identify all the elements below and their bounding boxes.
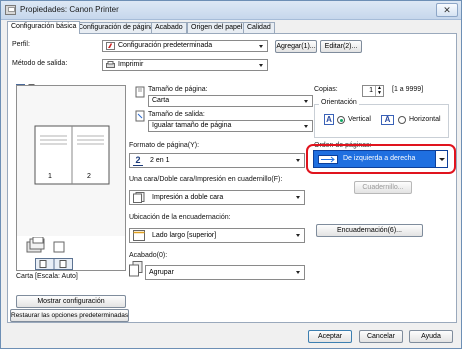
page-preview: 1 2 [16,85,126,271]
help-button[interactable]: Ayuda [409,330,453,343]
chevron-down-icon [293,191,304,204]
tab-finishing[interactable]: Acabado [151,22,187,33]
duplex-value: Impresión a doble cara [152,194,224,201]
page-size-icon [135,86,145,98]
page-layout-label: Formato de página(Y): [129,142,200,149]
finishing-select[interactable]: Agrupar [145,265,305,280]
orientation-label: Orientación [319,99,359,106]
output-method-value: Imprimir [118,61,144,68]
duplex-select[interactable]: Impresión a doble cara [129,190,305,205]
tab-paper-source[interactable]: Origen del papel [187,22,247,33]
copies-value: 1 [369,87,373,94]
preview-page-1: 1 [48,173,52,180]
left-to-right-arrow-icon [318,155,338,164]
orientation-vertical-radio[interactable] [337,116,345,124]
binding-edge-icon [133,230,145,241]
chevron-down-icon [435,151,447,167]
chevron-down-icon [256,41,267,51]
ok-button[interactable]: Aceptar [308,330,352,343]
preview-page-2: 2 [87,173,91,180]
booklet-button[interactable]: Cuadernillo... [354,181,412,194]
finishing-stack-icon [25,236,49,255]
window-title: Propiedades: Canon Printer [20,5,119,14]
printer-app-icon [5,5,16,15]
chevron-down-icon [301,96,312,106]
chevron-down-icon [301,121,312,131]
binding-location-label: Ubicación de la encuadernación: [129,214,231,221]
copies-spin-icon[interactable]: ▲ ▼ [375,86,383,96]
tab-quality[interactable]: Calidad [243,22,275,33]
output-size-label: Tamaño de salida: [148,111,205,118]
output-size-select[interactable]: Igualar tamaño de página [148,120,313,132]
page-order-select[interactable]: De izquierda a derecha [313,150,448,168]
output-method-select[interactable]: Imprimir [102,59,268,71]
finishing-label: Acabado(0): [129,252,168,259]
binding-button[interactable]: Encuadernación(6)... [316,224,423,237]
orientation-vertical-label: Vertical [348,116,371,123]
binding-location-value: Lado largo [superior] [152,232,217,239]
output-size-value: Igualar tamaño de página [152,122,232,129]
page-size-label: Tamaño de página: [148,86,208,93]
landscape-icon: A [381,115,394,125]
properties-dialog: Propiedades: Canon Printer ✕ Configuraci… [0,0,462,349]
page-layout-select[interactable]: 2 2 en 1 [129,153,305,168]
printer-icon [106,61,115,69]
show-settings-button[interactable]: Mostrar configuración [16,295,126,308]
chevron-down-icon [293,266,304,279]
page-order-value: De izquierda a derecha [343,155,416,162]
restore-defaults-button[interactable]: Restaurar las opciones predeterminadas [10,309,129,322]
chevron-down-icon [256,60,267,70]
edit-profile-button[interactable]: Editar(2)... [320,40,362,53]
orientation-horizontal-label: Horizontal [409,116,441,123]
layout-switch-icon[interactable] [35,258,73,270]
copies-range: [1 a 9999] [392,86,424,93]
page-layout-value: 2 en 1 [150,157,170,164]
output-method-label: Método de salida: [12,60,68,67]
copies-label: Copias: [314,86,338,93]
output-size-icon [135,110,145,122]
preview-caption: Carta [Escala: Auto] [16,273,78,280]
preview-drawing-icon [17,86,125,236]
orientation-horizontal-radio[interactable] [398,116,406,124]
close-button[interactable]: ✕ [436,3,458,17]
chevron-down-icon [293,229,304,242]
basic-settings-panel: Perfil: Configuración predeterminada Agr… [7,33,457,323]
profile-select[interactable]: Configuración predeterminada [102,40,268,52]
profile-label: Perfil: [12,41,30,48]
finishing-value: Agrupar [149,269,174,276]
title-bar: Propiedades: Canon Printer ✕ [1,1,461,20]
duplex-icon [133,192,145,203]
tab-basic-settings[interactable]: Configuración básica [7,21,81,34]
page-size-value: Carta [152,97,170,104]
copies-input[interactable]: 1 ▲ ▼ [362,85,384,97]
portrait-icon: A [324,114,334,125]
collate-icon [129,261,143,277]
profile-value: Configuración predeterminada [118,42,213,49]
tab-page-setup[interactable]: Configuración de página [74,22,158,33]
two-in-one-icon: 2 [133,155,143,166]
profile-icon [106,42,115,50]
add-profile-button[interactable]: Agregar(1)... [275,40,317,53]
document-icon [53,241,65,253]
page-size-select[interactable]: Carta [148,95,313,107]
cancel-button[interactable]: Cancelar [359,330,403,343]
chevron-down-icon [293,154,304,167]
duplex-label: Una cara/Doble cara/Impresión en cuadern… [129,176,283,183]
binding-location-select[interactable]: Lado largo [superior] [129,228,305,243]
